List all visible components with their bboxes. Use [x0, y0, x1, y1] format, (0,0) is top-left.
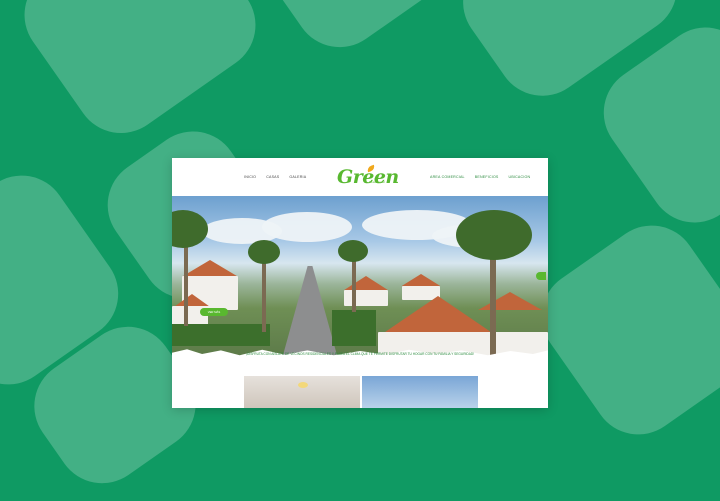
- nav-left: INICIO CASAS GALERIA: [244, 175, 306, 179]
- side-tab-button[interactable]: [536, 272, 546, 280]
- palm-tree: [262, 252, 266, 332]
- gallery-image-interior[interactable]: [244, 376, 360, 408]
- house: [344, 290, 388, 306]
- house: [402, 286, 440, 300]
- house-roof: [379, 296, 497, 336]
- background-shape: [523, 207, 720, 453]
- house-roof: [478, 292, 542, 310]
- nav-right: AREA COMERCIAL BENEFICIOS UBICACION: [430, 175, 530, 179]
- palm-tree: [338, 240, 368, 262]
- background-shape: [242, 0, 468, 66]
- house-roof: [401, 274, 441, 286]
- cloud: [262, 212, 352, 242]
- website-preview: INICIO CASAS GALERIA Green Residencial A…: [172, 158, 548, 408]
- road: [280, 266, 340, 356]
- gallery-image-exterior[interactable]: [362, 376, 478, 408]
- hero-image: VER MÁS: [172, 196, 548, 356]
- nav-item-inicio[interactable]: INICIO: [244, 175, 256, 179]
- palm-tree: [172, 210, 208, 248]
- palm-tree: [456, 210, 532, 260]
- hero-cta-button[interactable]: VER MÁS: [200, 308, 228, 316]
- nav-item-area-comercial[interactable]: AREA COMERCIAL: [430, 175, 465, 179]
- nav-item-galeria[interactable]: GALERIA: [289, 175, 306, 179]
- site-header: INICIO CASAS GALERIA Green Residencial A…: [172, 158, 548, 196]
- palm-tree: [184, 236, 188, 326]
- palm-tree: [248, 240, 280, 264]
- logo-subtext: Residencial: [369, 180, 385, 184]
- gallery-strip: [244, 376, 478, 408]
- nav-item-ubicacion[interactable]: UBICACION: [509, 175, 531, 179]
- lamp-icon: [298, 382, 308, 388]
- house-roof: [344, 276, 388, 290]
- tagline-text: ¡DISFRUTA CON AÍSLATE DE VECINOS RESIDEN…: [245, 352, 475, 356]
- background-shape: [6, 0, 274, 152]
- site-logo[interactable]: Green Residencial: [336, 164, 399, 192]
- nav-item-casas[interactable]: CASAS: [266, 175, 279, 179]
- hedge: [332, 310, 376, 346]
- nav-item-beneficios[interactable]: BENEFICIOS: [475, 175, 499, 179]
- hedge: [172, 324, 270, 346]
